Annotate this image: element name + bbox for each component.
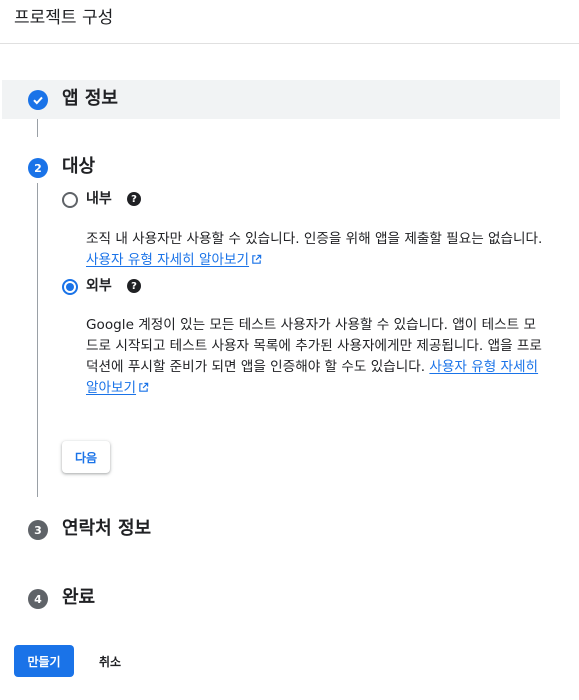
create-button[interactable]: 만들기 [14,645,74,677]
next-button[interactable]: 다음 [62,441,110,473]
page-title: 프로젝트 구성 [14,8,114,28]
step-2-title: 대상 [62,156,96,177]
step-3-number: 3 [28,520,48,540]
cancel-button[interactable]: 취소 [86,645,134,677]
step-2-number: 2 [28,158,48,178]
check-icon [28,90,48,110]
internal-description: 조직 내 사용자만 사용할 수 있습니다. 인증을 위해 앱을 제출할 필요는 … [86,231,543,268]
page-header: 프로젝트 구성 [0,0,579,44]
internal-label[interactable]: 내부 [86,189,112,209]
step-3-title[interactable]: 연락처 정보 [62,517,151,541]
step-4-number: 4 [28,589,48,609]
help-icon[interactable]: ? [127,192,141,206]
step-connector [37,119,38,137]
external-label[interactable]: 외부 [86,276,112,296]
internal-radio[interactable] [62,192,78,208]
step-connector [37,183,38,497]
external-link-icon [139,382,149,392]
help-icon[interactable]: ? [127,279,141,293]
external-link-icon [252,254,262,264]
external-radio[interactable] [62,279,78,295]
step-1-title: 앱 정보 [62,88,118,109]
step-4-title[interactable]: 완료 [62,586,95,610]
external-description: Google 계정이 있는 모든 테스트 사용자가 사용할 수 있습니다. 앱이… [86,317,542,396]
internal-learn-more-link[interactable]: 사용자 유형 자세히 알아보기 [86,252,262,268]
